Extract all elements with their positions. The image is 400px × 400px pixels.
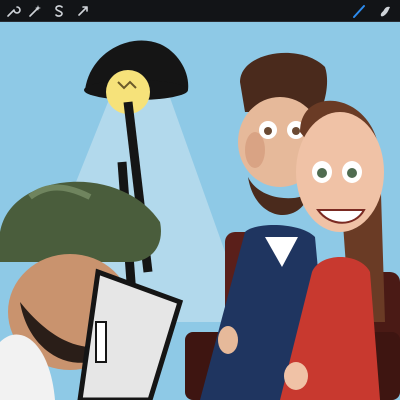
selection-s-icon xyxy=(55,5,63,17)
arrow-cursor-icon xyxy=(78,6,88,16)
transform-tool-button[interactable] xyxy=(74,2,92,20)
selection-tool-button[interactable] xyxy=(50,2,68,20)
toolbar xyxy=(0,0,400,22)
artist-character xyxy=(0,181,184,400)
adjustments-tool-button[interactable] xyxy=(26,2,44,20)
wrench-tool-button[interactable] xyxy=(4,2,22,20)
brush-tool-button[interactable] xyxy=(350,2,368,20)
drawing-canvas[interactable] xyxy=(0,22,400,400)
smudge-icon xyxy=(380,6,390,17)
smudge-tool-button[interactable] xyxy=(376,2,394,20)
caricature-artwork xyxy=(0,22,400,400)
stylus xyxy=(95,321,107,363)
magic-wand-icon xyxy=(29,5,41,17)
brush-icon xyxy=(353,5,365,18)
wrench-icon xyxy=(7,6,21,17)
